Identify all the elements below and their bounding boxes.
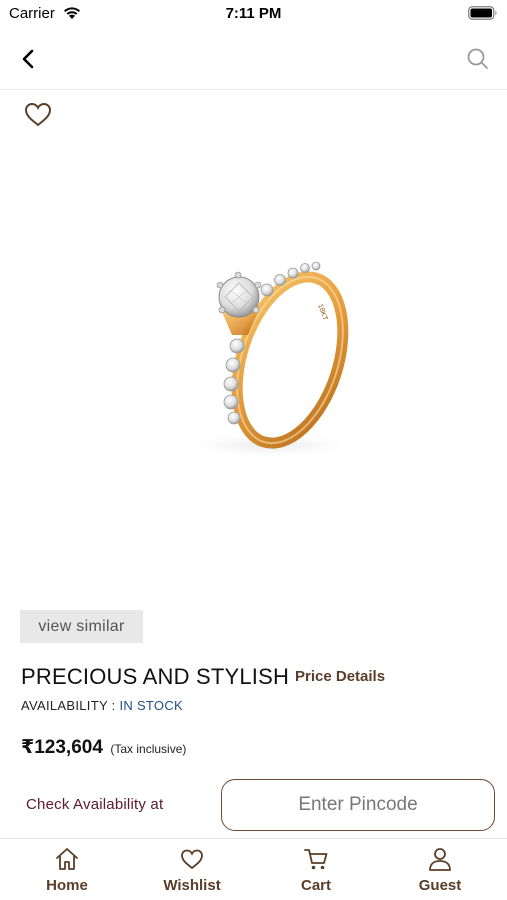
price-row: ₹123,604 (Tax inclusive) xyxy=(21,736,186,759)
product-image[interactable]: 18KT xyxy=(0,140,507,590)
availability-label: AVAILABILITY : xyxy=(21,698,120,713)
tab-home[interactable]: Home xyxy=(4,839,130,900)
heart-icon xyxy=(181,849,203,870)
availability-row: AVAILABILITY : IN STOCK xyxy=(21,698,183,713)
check-availability-label: Check Availability at xyxy=(26,796,164,813)
product-title: PRECIOUS AND STYLISH xyxy=(21,664,290,689)
tax-note: (Tax inclusive) xyxy=(110,742,187,756)
tab-bar: Home Wishlist Cart Guest xyxy=(0,838,507,900)
price-details-link[interactable]: Price Details xyxy=(295,668,385,685)
stock-status: IN STOCK xyxy=(119,698,183,713)
svg-text:18KT: 18KT xyxy=(316,303,329,322)
tab-label: Cart xyxy=(300,877,331,894)
tab-wishlist[interactable]: Wishlist xyxy=(129,839,255,900)
title-row: PRECIOUS AND STYLISH Price Details xyxy=(21,662,491,692)
tab-cart[interactable]: Cart xyxy=(253,839,379,900)
status-bar: Carrier 7:11 PM xyxy=(0,0,507,28)
clock: 7:11 PM xyxy=(225,5,282,22)
pincode-input[interactable] xyxy=(221,779,495,831)
back-button[interactable] xyxy=(14,44,44,74)
search-icon xyxy=(467,48,488,69)
user-icon xyxy=(429,848,451,871)
home-icon xyxy=(56,848,78,870)
navigation-bar xyxy=(0,28,507,90)
tab-label: Home xyxy=(46,877,88,894)
heart-outline-icon xyxy=(24,102,52,127)
view-similar-button[interactable]: view similar xyxy=(20,610,143,643)
cart-icon xyxy=(304,849,328,870)
tab-label: Guest xyxy=(418,877,462,894)
search-button[interactable] xyxy=(463,44,493,74)
tab-guest[interactable]: Guest xyxy=(377,839,503,900)
chevron-left-icon xyxy=(22,49,34,69)
battery-icon xyxy=(468,6,497,20)
product-price: ₹123,604 xyxy=(21,737,103,758)
add-to-wishlist-button[interactable] xyxy=(22,100,54,128)
tab-label: Wishlist xyxy=(163,877,221,894)
